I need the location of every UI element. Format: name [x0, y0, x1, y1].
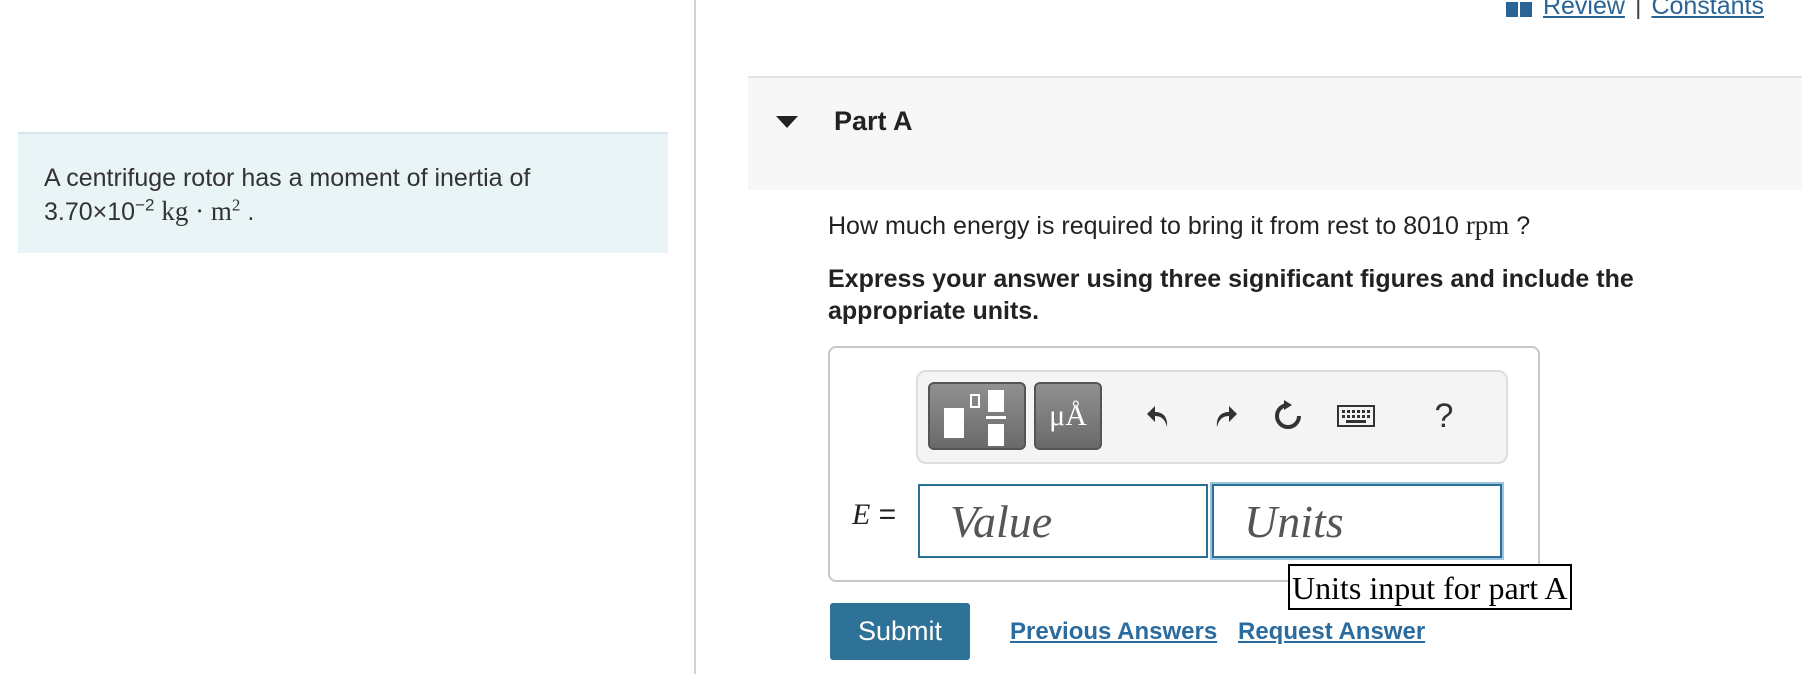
reset-icon[interactable] — [1266, 394, 1310, 438]
question-mark: ? — [1516, 212, 1531, 240]
templates-button[interactable] — [928, 382, 1026, 450]
answer-instructions: Express your answer using three signific… — [828, 265, 1634, 325]
undo-icon[interactable] — [1138, 394, 1182, 438]
column-divider — [694, 0, 696, 674]
previous-answers-link[interactable]: Previous Answers — [1010, 618, 1217, 646]
problem-units-exponent: 2 — [231, 195, 241, 215]
constants-link[interactable]: Constants — [1651, 0, 1764, 21]
problem-sentence: A centrifuge rotor has a moment of inert… — [44, 164, 531, 192]
units-input-tooltip: Units input for part A — [1288, 564, 1572, 610]
question-unit: rpm — [1465, 210, 1510, 240]
value-input[interactable] — [918, 484, 1208, 558]
answer-box: μÅ ? E = — [828, 346, 1540, 582]
request-answer-link[interactable]: Request Answer — [1238, 618, 1425, 646]
units-button[interactable]: μÅ — [1034, 382, 1102, 450]
variable-symbol: E — [852, 498, 871, 531]
submit-button[interactable]: Submit — [830, 603, 970, 660]
problem-trailing: . — [247, 198, 255, 226]
question-text: How much energy is required to bring it … — [828, 210, 1530, 241]
part-a-header[interactable]: Part A — [748, 76, 1802, 190]
units-input[interactable] — [1212, 484, 1502, 558]
collapse-caret-icon[interactable] — [776, 116, 798, 128]
help-icon[interactable]: ? — [1422, 394, 1466, 438]
book-icon — [1505, 0, 1533, 17]
part-title: Part A — [834, 106, 913, 136]
problem-exponent: −2 — [135, 195, 155, 215]
problem-units: kg · m — [161, 196, 232, 226]
problem-mantissa: 3.70×10 — [44, 198, 136, 226]
problem-text: A centrifuge rotor has a moment of inert… — [44, 162, 530, 229]
equals-sign: = — [878, 498, 897, 531]
link-separator: | — [1634, 0, 1642, 20]
answer-variable-label: E = — [852, 498, 896, 532]
question-sentence: How much energy is required to bring it … — [828, 212, 1459, 240]
math-toolbar: μÅ ? — [916, 370, 1508, 464]
problem-statement-panel: A centrifuge rotor has a moment of inert… — [18, 132, 668, 253]
keyboard-icon[interactable] — [1334, 394, 1378, 438]
review-link[interactable]: Review — [1543, 0, 1625, 21]
top-links: Review | Constants — [1505, 0, 1764, 21]
redo-icon[interactable] — [1202, 394, 1246, 438]
